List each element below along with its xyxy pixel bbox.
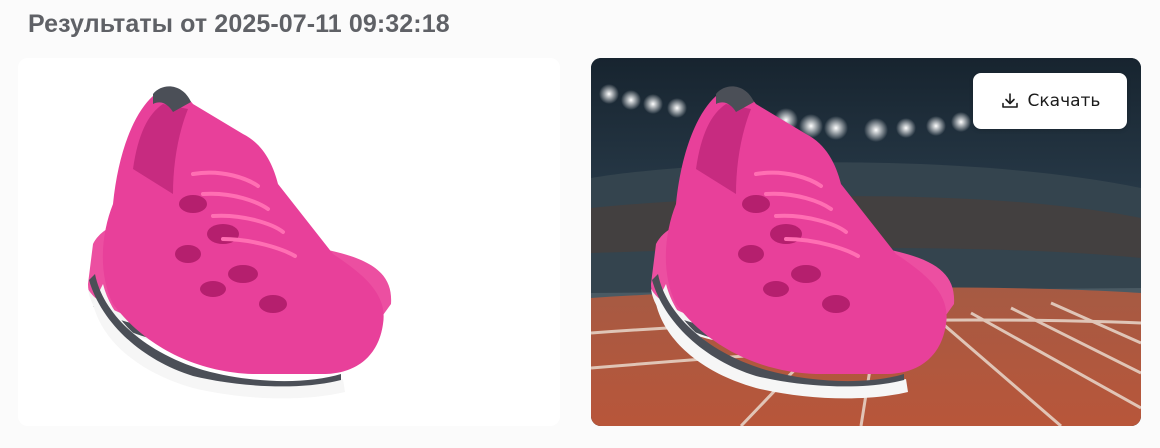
results-title: Результаты от 2025-07-11 09:32:18 xyxy=(28,10,450,38)
result-image: Скачать xyxy=(591,58,1141,426)
original-image xyxy=(18,58,560,426)
download-button-label: Скачать xyxy=(1027,91,1101,111)
download-icon xyxy=(1000,91,1020,111)
download-button[interactable]: Скачать xyxy=(973,73,1127,129)
shoes-photo xyxy=(18,58,560,426)
results-page: Результаты от 2025-07-11 09:32:18 Скачат… xyxy=(0,0,1160,448)
